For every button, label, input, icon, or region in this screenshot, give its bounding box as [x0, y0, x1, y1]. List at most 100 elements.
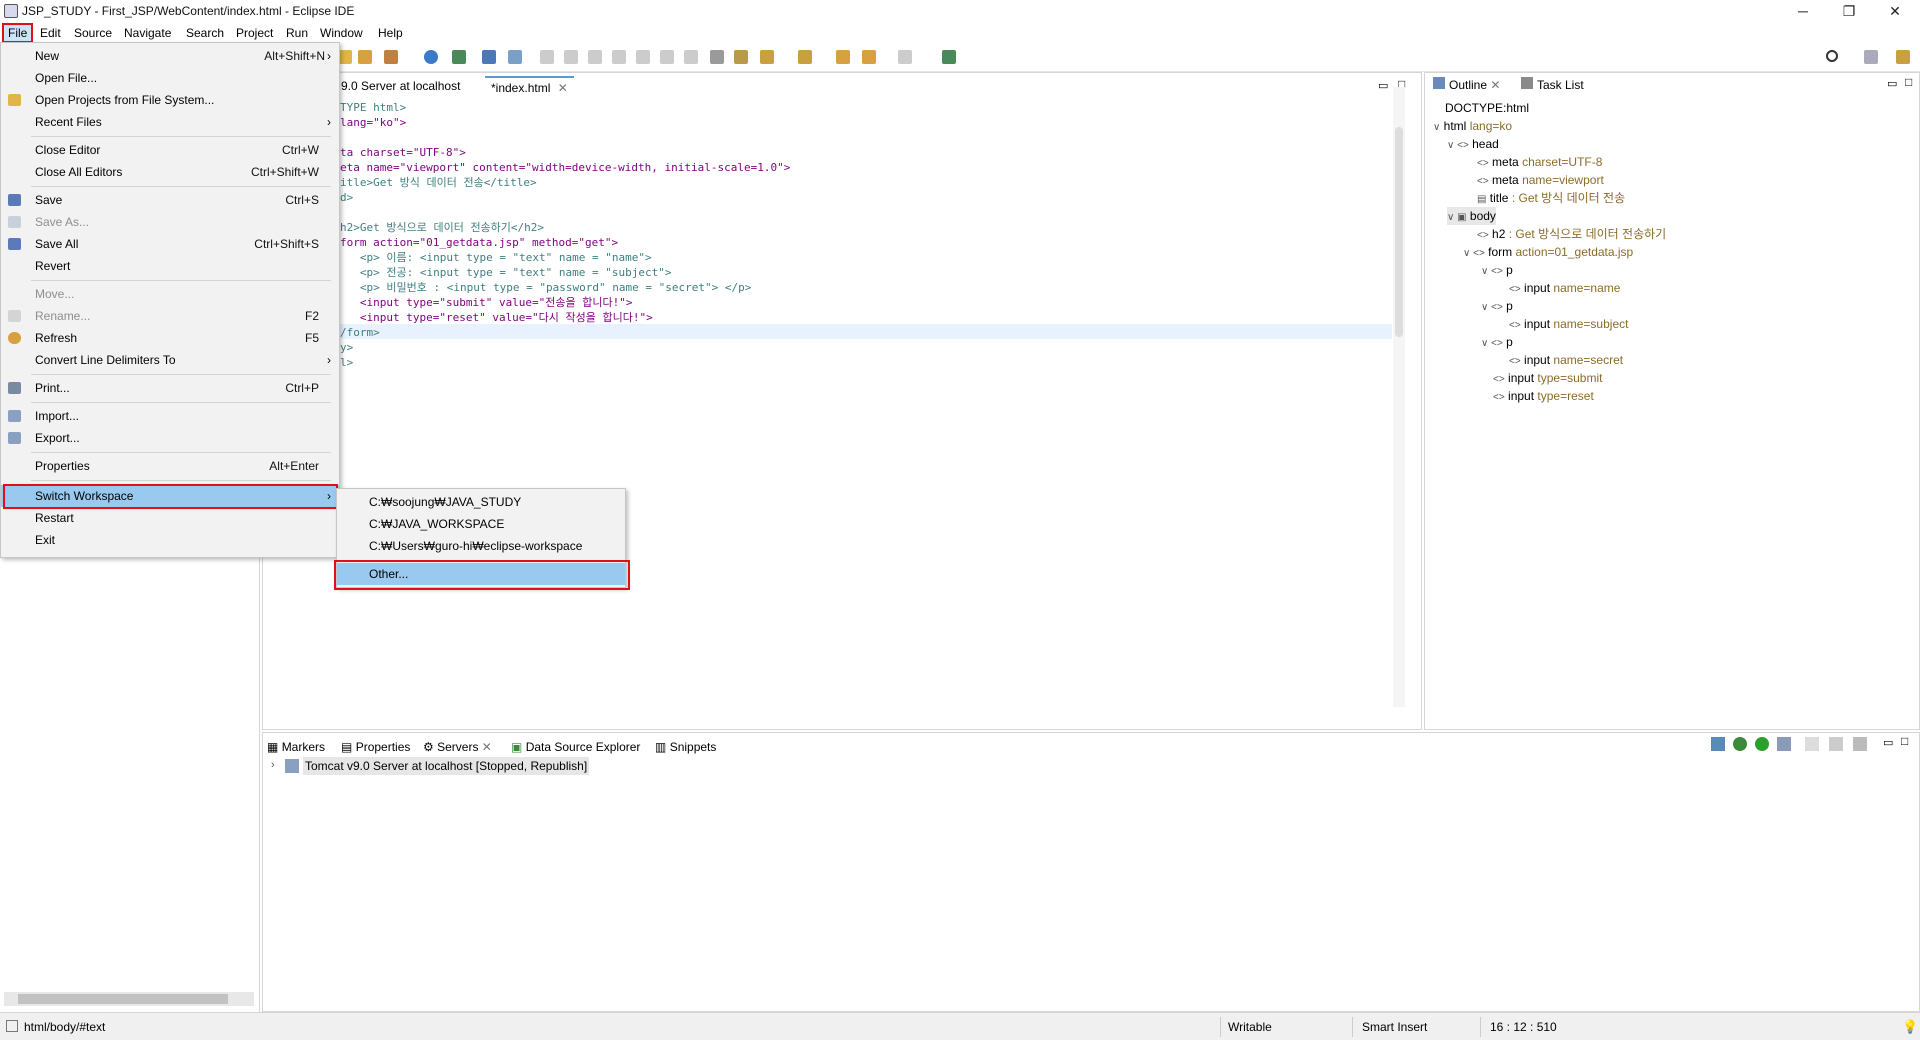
expand-chevron-icon[interactable]: ›: [271, 759, 275, 771]
disconnect-icon[interactable]: [612, 50, 626, 64]
restore-button[interactable]: ❐: [1826, 0, 1872, 22]
menu-item-revert[interactable]: Revert: [1, 255, 339, 277]
start-server-icon[interactable]: [1755, 737, 1769, 751]
menu-item-restart[interactable]: Restart: [1, 507, 339, 529]
tab-data-source-explorer[interactable]: ▣ Data Source Explorer: [511, 738, 640, 756]
tip-lightbulb-icon[interactable]: 💡: [1902, 1019, 1918, 1035]
minimize-button[interactable]: ─: [1780, 0, 1826, 22]
tab-servers[interactable]: ⚙ Servers ✕: [423, 738, 492, 756]
menu-item-properties[interactable]: Properties Alt+Enter: [1, 455, 339, 477]
open-perspective-icon[interactable]: [1864, 50, 1878, 64]
tab-task-list[interactable]: Task List: [1537, 76, 1584, 94]
build-icon[interactable]: [384, 50, 398, 64]
new-wizard-icon[interactable]: [338, 50, 352, 64]
menu-project[interactable]: Project: [232, 24, 277, 42]
outline-node[interactable]: <> input name=secret: [1509, 351, 1623, 369]
console-icon[interactable]: [482, 50, 496, 64]
menu-item-refresh[interactable]: Refresh F5: [1, 327, 339, 349]
maximize-panel-icon[interactable]: □: [1901, 734, 1908, 748]
back-icon[interactable]: [862, 50, 876, 64]
menu-item-convert-line-delimiters[interactable]: Convert Line Delimiters To ›: [1, 349, 339, 371]
terminate-icon[interactable]: [588, 50, 602, 64]
menu-item-open-projects[interactable]: Open Projects from File System...: [1, 89, 339, 111]
debug-server-icon[interactable]: [1733, 737, 1747, 751]
menu-window[interactable]: Window: [316, 24, 367, 42]
outline-node[interactable]: ▤ title : Get 방식 데이터 전송: [1477, 189, 1625, 207]
menu-item-save[interactable]: Save Ctrl+S: [1, 189, 339, 211]
menu-source[interactable]: Source: [70, 24, 116, 42]
resume-icon[interactable]: [540, 50, 554, 64]
menu-item-open-file[interactable]: Open File...: [1, 67, 339, 89]
step-return-icon[interactable]: [684, 50, 698, 64]
perspective-javaee-icon[interactable]: [1896, 50, 1910, 64]
outline-node[interactable]: ∨ html lang=ko: [1433, 117, 1512, 135]
forward-icon[interactable]: [898, 50, 912, 64]
step-into-icon[interactable]: [636, 50, 650, 64]
outline-node[interactable]: ∨ <> p: [1481, 297, 1513, 315]
format-icon[interactable]: [710, 50, 724, 64]
menu-item-import[interactable]: Import...: [1, 405, 339, 427]
menu-help[interactable]: Help: [374, 24, 407, 42]
menu-item-recent-files[interactable]: Recent Files ›: [1, 111, 339, 133]
outline-node[interactable]: DOCTYPE:html: [1445, 99, 1529, 117]
menu-item-close-all-editors[interactable]: Close All Editors Ctrl+Shift+W: [1, 161, 339, 183]
globe-icon[interactable]: [424, 50, 438, 64]
code-view[interactable]: TYPE html> lang="ko"> ta charset="UTF-8"…: [262, 98, 1392, 718]
menu-item-close-editor[interactable]: Close Editor Ctrl+W: [1, 139, 339, 161]
step-over-icon[interactable]: [660, 50, 674, 64]
server-entry[interactable]: Tomcat v9.0 Server at localhost [Stopped…: [303, 757, 590, 775]
tab-server[interactable]: 9.0 Server at localhost: [335, 76, 467, 96]
workspace-item[interactable]: C:₩soojung₩JAVA_STUDY: [337, 491, 625, 513]
menu-edit[interactable]: Edit: [36, 24, 65, 42]
close-button[interactable]: ✕: [1872, 0, 1918, 22]
tab-snippets[interactable]: ▥ Snippets: [655, 738, 716, 756]
collapse-icon[interactable]: [1711, 737, 1725, 751]
outline-node[interactable]: <> h2 : Get 방식으로 데이터 전송하기: [1477, 225, 1666, 243]
next-annotation-icon[interactable]: [760, 50, 774, 64]
outline-node[interactable]: <> meta name=viewport: [1477, 171, 1604, 189]
menu-search[interactable]: Search: [182, 24, 228, 42]
link-icon[interactable]: [508, 50, 522, 64]
menu-item-new[interactable]: New Alt+Shift+N ›: [1, 45, 339, 67]
tab-markers[interactable]: ▦ Markers: [267, 738, 325, 756]
menu-item-rename[interactable]: Rename... F2: [1, 305, 339, 327]
previous-annotation-icon[interactable]: [798, 50, 812, 64]
close-tab-icon[interactable]: ✕: [558, 81, 568, 95]
menu-item-export[interactable]: Export...: [1, 427, 339, 449]
minimize-panel-icon[interactable]: ▭: [1883, 736, 1893, 749]
tab-index-html[interactable]: *index.html ✕: [485, 76, 574, 96]
minimize-outline-icon[interactable]: ▭: [1887, 77, 1897, 90]
search-icon[interactable]: [1826, 50, 1838, 62]
last-edit-icon[interactable]: [836, 50, 850, 64]
search-tool-icon[interactable]: [452, 50, 466, 64]
pin-editor-icon[interactable]: [942, 50, 956, 64]
outline-node[interactable]: ∨ <> form action=01_getdata.jsp: [1463, 243, 1633, 261]
stop-server-icon[interactable]: [1805, 737, 1819, 751]
disconnect-server-icon[interactable]: [1853, 737, 1867, 751]
minimize-editor-icon[interactable]: ▭: [1378, 79, 1388, 92]
horizontal-scrollbar[interactable]: [4, 992, 254, 1006]
menu-item-exit[interactable]: Exit: [1, 529, 339, 551]
outline-node[interactable]: ∨ <> head: [1447, 135, 1499, 153]
outline-node[interactable]: <> input name=subject: [1509, 315, 1628, 333]
publish-icon[interactable]: [1829, 737, 1843, 751]
outline-node[interactable]: ∨ <> p: [1481, 261, 1513, 279]
workspace-item[interactable]: C:₩Users₩guro-hi₩eclipse-workspace: [337, 535, 625, 557]
menu-run[interactable]: Run: [282, 24, 312, 42]
outline-node[interactable]: <> input name=name: [1509, 279, 1620, 297]
profile-server-icon[interactable]: [1777, 737, 1791, 751]
menu-item-move[interactable]: Move...: [1, 283, 339, 305]
outline-node[interactable]: <> input type=reset: [1493, 387, 1594, 405]
maximize-outline-icon[interactable]: □: [1905, 75, 1912, 89]
menu-navigate[interactable]: Navigate: [120, 24, 175, 42]
outline-node[interactable]: <> meta charset=UTF-8: [1477, 153, 1602, 171]
vertical-scrollbar[interactable]: [1393, 87, 1405, 707]
suspend-icon[interactable]: [564, 50, 578, 64]
open-folder-icon[interactable]: [358, 50, 372, 64]
outline-node[interactable]: ∨ <> p: [1481, 333, 1513, 351]
tab-outline[interactable]: Outline ✕: [1449, 76, 1500, 94]
menu-item-save-as[interactable]: Save As...: [1, 211, 339, 233]
outline-node[interactable]: ∨ ▣ body: [1447, 207, 1496, 225]
tab-properties[interactable]: ▤ Properties: [341, 738, 410, 756]
highlight-icon[interactable]: [734, 50, 748, 64]
